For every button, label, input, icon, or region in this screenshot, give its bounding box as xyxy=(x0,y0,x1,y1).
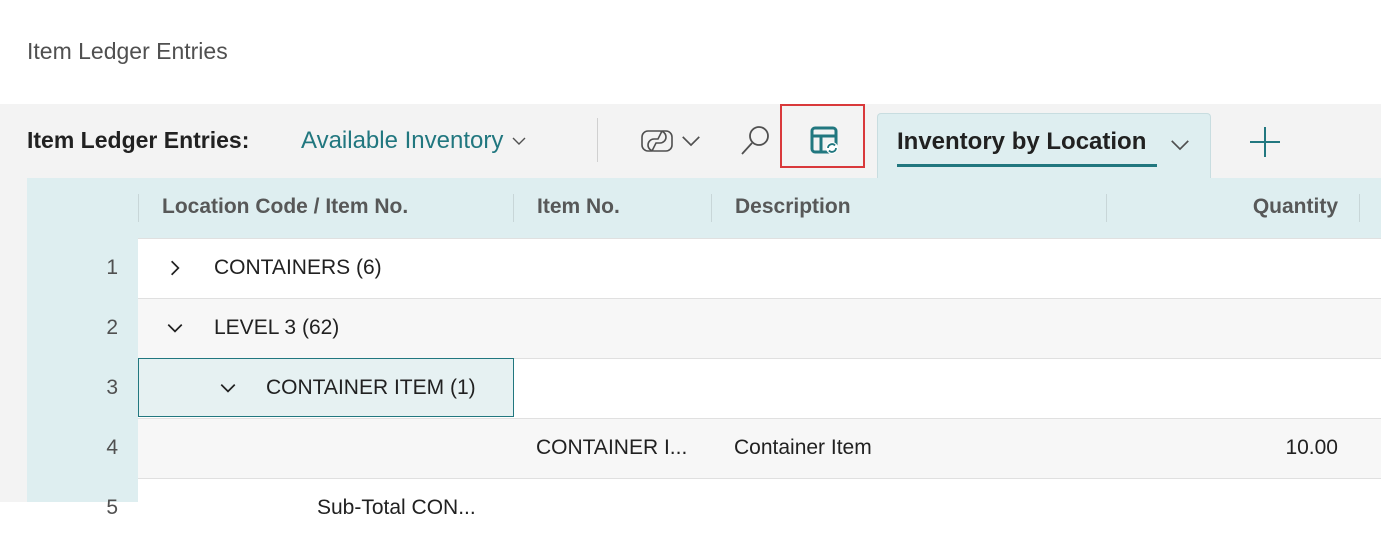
row-number: 2 xyxy=(106,316,118,339)
tab-inventory-by-location[interactable]: Inventory by Location xyxy=(877,113,1211,178)
toolbar-caption: Item Ledger Entries: xyxy=(27,127,250,153)
column-separator[interactable] xyxy=(513,194,514,222)
row-number: 4 xyxy=(106,436,118,459)
highlight-frame xyxy=(780,104,865,168)
row-number: 3 xyxy=(106,376,118,399)
row-number: 1 xyxy=(106,256,118,279)
tab-active-indicator xyxy=(897,164,1157,167)
column-header-item-no[interactable]: Item No. xyxy=(537,195,620,219)
item-no-cell[interactable]: CONTAINER I... xyxy=(536,418,687,478)
grid-header: Location Code / Item No. Item No. Descri… xyxy=(27,178,1381,238)
view-selector-label: Available Inventory xyxy=(301,127,504,154)
chevron-right-icon[interactable] xyxy=(166,259,184,277)
table-row[interactable]: 4 CONTAINER I... Container Item 10.00 xyxy=(27,418,1381,478)
description-cell: Container Item xyxy=(734,436,872,459)
view-selector[interactable]: Available Inventory xyxy=(301,127,527,155)
table-row[interactable]: 2 LEVEL 3 (62) xyxy=(27,298,1381,358)
data-grid: Location Code / Item No. Item No. Descri… xyxy=(27,178,1381,538)
column-header-quantity[interactable]: Quantity xyxy=(1253,195,1338,219)
toolbar-divider xyxy=(597,118,598,162)
add-icon xyxy=(1250,127,1280,157)
add-tab-button[interactable] xyxy=(1247,124,1283,165)
column-separator[interactable] xyxy=(1359,194,1360,222)
column-separator[interactable] xyxy=(1106,194,1107,222)
column-header-location-code[interactable]: Location Code / Item No. xyxy=(162,195,408,219)
group-label: LEVEL 3 (62) xyxy=(214,316,340,339)
chevron-down-icon[interactable] xyxy=(1168,134,1192,156)
group-label: CONTAINER ITEM (1) xyxy=(266,376,476,399)
chevron-down-icon[interactable] xyxy=(166,319,184,337)
copilot-button[interactable] xyxy=(640,118,704,164)
chevron-down-icon xyxy=(682,136,700,147)
table-row[interactable]: 3 CONTAINER ITEM (1) xyxy=(27,358,1381,418)
tab-label: Inventory by Location xyxy=(897,128,1147,155)
copilot-icon xyxy=(641,130,673,152)
table-row[interactable]: 1 CONTAINERS (6) xyxy=(27,238,1381,298)
column-separator xyxy=(138,194,139,222)
table-row[interactable]: 5 Sub-Total CON... xyxy=(27,478,1381,538)
column-separator[interactable] xyxy=(711,194,712,222)
chevron-down-icon[interactable] xyxy=(219,379,237,397)
chevron-down-icon xyxy=(512,137,526,145)
quantity-cell[interactable]: 10.00 xyxy=(1285,418,1338,478)
subtotal-label: Sub-Total CON... xyxy=(317,496,476,519)
group-label: CONTAINERS (6) xyxy=(214,256,382,279)
row-number: 5 xyxy=(106,496,118,519)
column-header-description[interactable]: Description xyxy=(735,195,851,219)
search-icon xyxy=(741,126,769,155)
page-title: Item Ledger Entries xyxy=(27,38,228,64)
search-button[interactable] xyxy=(738,118,772,164)
